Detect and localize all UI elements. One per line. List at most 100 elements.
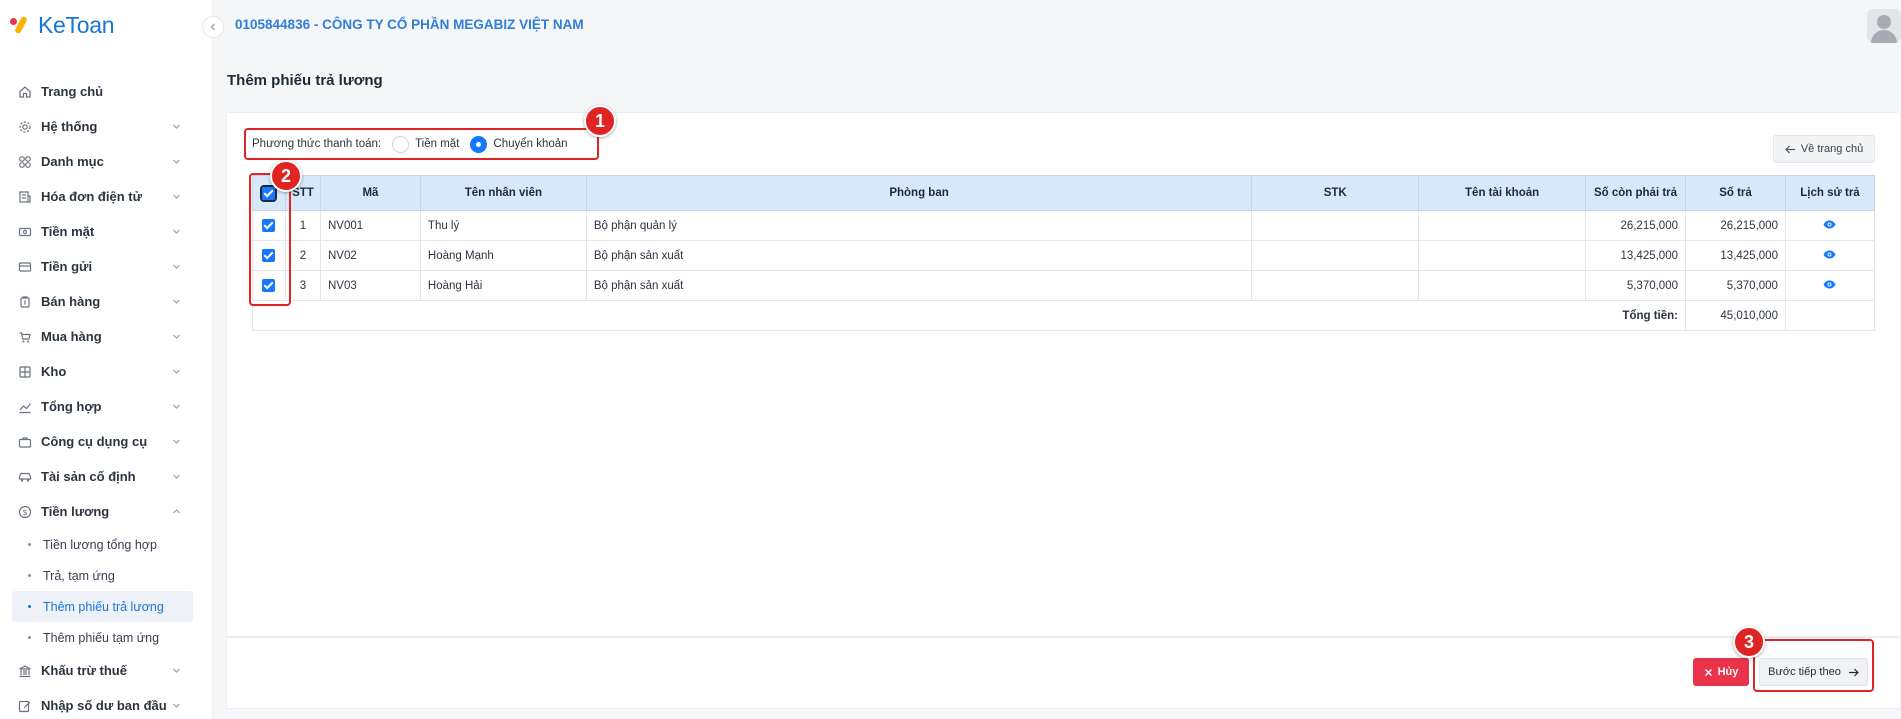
- home-icon: [18, 85, 32, 99]
- cell-remaining: 26,215,000: [1585, 210, 1686, 241]
- sidebar-collapse-button[interactable]: [202, 16, 224, 38]
- warehouse-icon: [18, 365, 32, 379]
- column-header: Số còn phải trả: [1585, 175, 1686, 211]
- annotation-box-checkboxes: [249, 173, 291, 306]
- sidebar-item-tien-gui[interactable]: Tiền gửi: [0, 249, 213, 284]
- sidebar-item-tai-san-co-dinh[interactable]: Tài sản cố định: [0, 459, 213, 494]
- bullet-icon: [28, 543, 31, 546]
- grid-icon: [18, 155, 32, 169]
- cell-paid-input[interactable]: 26,215,000: [1685, 210, 1786, 241]
- sidebar-item-tong-hop[interactable]: Tổng hợp: [0, 389, 213, 424]
- sidebar-item-hoa-don-dien-tu[interactable]: Hóa đơn điện tử: [0, 179, 213, 214]
- sidebar: KeToan Trang chủ Hệ thống Danh mục Hóa đ…: [0, 0, 213, 719]
- annotation-box-payment-method: [244, 128, 599, 160]
- column-header: STK: [1251, 175, 1420, 211]
- eye-icon[interactable]: [1823, 220, 1836, 229]
- tools-icon: [18, 435, 32, 449]
- cell-paid-input[interactable]: 5,370,000: [1685, 270, 1786, 301]
- chevron-down-icon: [171, 157, 181, 167]
- cell-account-name[interactable]: [1418, 270, 1587, 301]
- sidebar-item-tien-mat[interactable]: Tiền mặt: [0, 214, 213, 249]
- cell-code: NV02: [319, 240, 421, 271]
- logo-mark-icon: [10, 14, 34, 36]
- chevron-down-icon: [171, 437, 181, 447]
- annotation-badge-3: 3: [1733, 626, 1765, 658]
- chevron-down-icon: [171, 297, 181, 307]
- table-row: 2 NV02 Hoàng Mạnh Bộ phận sản xuất 13,42…: [252, 240, 1876, 271]
- cell-stk[interactable]: [1251, 270, 1420, 301]
- svg-text:$: $: [22, 508, 27, 517]
- chevron-down-icon: [171, 367, 181, 377]
- arrow-left-icon: [1784, 145, 1795, 153]
- chevron-down-icon: [171, 701, 181, 711]
- bullet-icon: [28, 636, 31, 639]
- sidebar-item-khau-tru-thue[interactable]: Khấu trừ thuế: [0, 653, 213, 688]
- cell-remaining: 5,370,000: [1585, 270, 1686, 301]
- company-name[interactable]: 0105844836 - CÔNG TY CỔ PHẦN MEGABIZ VIỆ…: [235, 17, 584, 32]
- cell-history: [1784, 210, 1876, 241]
- sales-icon: [18, 295, 32, 309]
- column-header: Mã: [319, 175, 421, 211]
- cell-department: Bộ phận sản xuất: [585, 270, 1253, 301]
- cell-name: Thu lý: [419, 210, 587, 241]
- sidebar-item-ban-hang[interactable]: Bán hàng: [0, 284, 213, 319]
- sidebar-item-nhap-so-du-ban-dau[interactable]: Nhập số dư ban đầu: [0, 688, 213, 719]
- table-row: 1 NV001 Thu lý Bộ phận quản lý 26,215,00…: [252, 210, 1876, 241]
- salary-icon: $: [18, 505, 32, 519]
- chevron-down-icon: [171, 122, 181, 132]
- cart-icon: [18, 330, 32, 344]
- total-row: Tổng tiền: 45,010,000: [252, 300, 1876, 331]
- chevron-down-icon: [171, 262, 181, 272]
- cash-icon: [18, 225, 32, 239]
- sidebar-item-he-thong[interactable]: Hệ thống: [0, 109, 213, 144]
- invoice-icon: [18, 190, 32, 204]
- avatar[interactable]: [1867, 9, 1901, 43]
- sidebar-item-mua-hang[interactable]: Mua hàng: [0, 319, 213, 354]
- action-footer: [226, 637, 1901, 709]
- cell-history: [1784, 270, 1876, 301]
- bullet-icon: [28, 574, 31, 577]
- column-header: Số trả: [1685, 175, 1786, 211]
- annotation-box-next-step: [1753, 639, 1874, 692]
- sidebar-item-kho[interactable]: Kho: [0, 354, 213, 389]
- sidebar-subitem-tra-tam-ung[interactable]: Trả, tạm ứng: [0, 560, 213, 591]
- bullet-icon: [28, 605, 31, 608]
- cell-paid-input[interactable]: 13,425,000: [1685, 240, 1786, 271]
- total-value: 45,010,000: [1685, 300, 1786, 331]
- sidebar-subitem-them-phieu-tam-ung[interactable]: Thêm phiếu tạm ứng: [0, 622, 213, 653]
- brand-name: KeToan: [38, 11, 115, 38]
- cell-department: Bộ phận quản lý: [585, 210, 1253, 241]
- eye-icon[interactable]: [1823, 280, 1836, 289]
- eye-icon[interactable]: [1823, 250, 1836, 259]
- cell-account-name[interactable]: [1418, 240, 1587, 271]
- chevron-down-icon: [171, 227, 181, 237]
- cell-code: NV001: [319, 210, 421, 241]
- sidebar-menu: Trang chủ Hệ thống Danh mục Hóa đơn điện…: [0, 74, 213, 719]
- page-title: Thêm phiếu trả lương: [227, 72, 383, 89]
- cell-account-name[interactable]: [1418, 210, 1587, 241]
- gear-icon: [18, 120, 32, 134]
- sidebar-subitem-them-phieu-tra-luong[interactable]: Thêm phiếu trả lương: [12, 591, 193, 622]
- annotation-badge-2: 2: [270, 160, 302, 192]
- cell-stk[interactable]: [1251, 210, 1420, 241]
- sidebar-item-cong-cu-dung-cu[interactable]: Công cụ dụng cụ: [0, 424, 213, 459]
- sidebar-item-danh-muc[interactable]: Danh mục: [0, 144, 213, 179]
- car-icon: [18, 470, 32, 484]
- cell-stk[interactable]: [1251, 240, 1420, 271]
- table-row: 3 NV03 Hoàng Hải Bộ phận sản xuất 5,370,…: [252, 270, 1876, 301]
- cancel-button[interactable]: Hủy: [1693, 658, 1749, 686]
- table-header-row: STT Mã Tên nhân viên Phòng ban STK Tên t…: [252, 175, 1876, 211]
- sidebar-item-tien-luong[interactable]: $ Tiền lương: [0, 494, 213, 529]
- brand-logo[interactable]: KeToan: [10, 10, 115, 40]
- chevron-down-icon: [171, 332, 181, 342]
- chevron-down-icon: [171, 402, 181, 412]
- column-header: Lịch sử trả: [1784, 175, 1876, 211]
- back-home-button[interactable]: Về trang chủ: [1773, 135, 1875, 163]
- column-header: Phòng ban: [585, 175, 1253, 211]
- cell-history: [1784, 240, 1876, 271]
- sidebar-item-trang-chu[interactable]: Trang chủ: [0, 74, 213, 109]
- topbar: 0105844836 - CÔNG TY CỔ PHẦN MEGABIZ VIỆ…: [214, 0, 1901, 54]
- sidebar-subitem-tien-luong-tong-hop[interactable]: Tiền lương tổng hợp: [0, 529, 213, 560]
- chevron-down-icon: [171, 192, 181, 202]
- total-empty-cell: [1784, 300, 1876, 331]
